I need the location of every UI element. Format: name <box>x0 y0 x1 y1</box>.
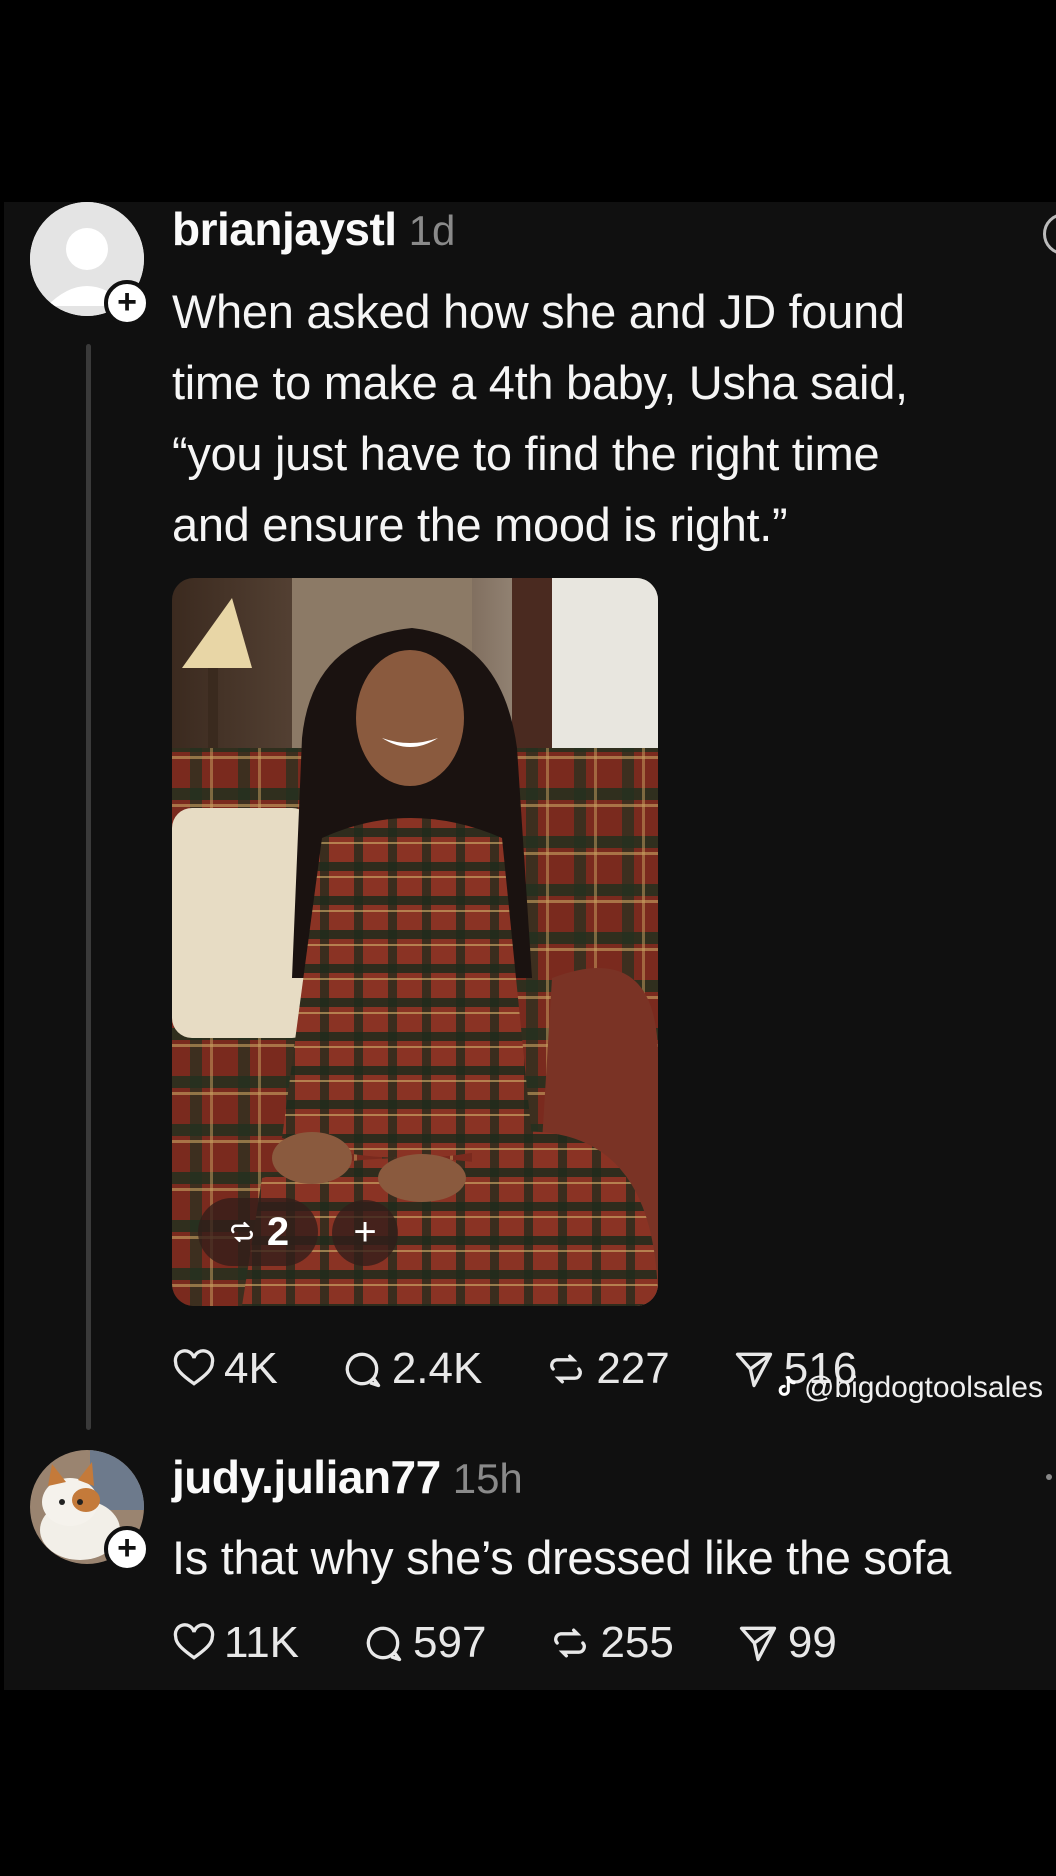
reply-count: 597 <box>413 1618 487 1667</box>
like-count: 4K <box>224 1344 278 1393</box>
timestamp: 1d <box>408 207 456 254</box>
send-icon <box>739 1626 777 1662</box>
username[interactable]: judy.julian77 <box>172 1450 441 1504</box>
repost-count: 227 <box>596 1344 670 1393</box>
post-actions: 4K 2.4K 227 516 <box>172 1342 857 1396</box>
tiktok-watermark: @bigdogtoolsales <box>772 1368 1043 1408</box>
timestamp: 15h <box>452 1455 523 1502</box>
share-button[interactable]: 99 <box>736 1616 837 1670</box>
follow-plus-icon[interactable]: + <box>104 1526 150 1572</box>
post-photo[interactable]: 2 + <box>172 578 658 1306</box>
heart-icon <box>173 1623 215 1660</box>
add-media-plus-icon[interactable]: + <box>332 1200 398 1266</box>
comment-icon <box>366 1626 402 1662</box>
reply-button[interactable]: 2.4K <box>340 1342 483 1396</box>
send-icon <box>735 1352 772 1388</box>
reply-text: Is that why she’s dressed like the sofa <box>172 1531 952 1584</box>
follow-plus-icon[interactable]: + <box>104 280 150 326</box>
repost-count: 2 <box>266 1209 290 1254</box>
heart-icon <box>173 1349 215 1386</box>
like-count: 11K <box>224 1618 300 1667</box>
post-text-line: When asked how she and JD found <box>172 285 905 338</box>
post-header: brianjaystl 1d <box>172 202 455 262</box>
reply-header: judy.julian77 15h <box>172 1450 523 1510</box>
repost-button[interactable]: 255 <box>548 1616 674 1670</box>
like-button[interactable]: 11K <box>172 1616 299 1670</box>
repost-button[interactable]: 227 <box>544 1342 670 1396</box>
repost-icon <box>554 1628 587 1658</box>
repost-count: 255 <box>600 1618 674 1667</box>
woman-on-sofa-image <box>172 578 658 1306</box>
repost-icon <box>230 1222 253 1242</box>
post-text-line: time to make a 4th baby, Usha said, <box>172 356 908 409</box>
tiktok-icon <box>778 1375 796 1396</box>
post-text: When asked how she and JD found time to … <box>172 276 1032 560</box>
post-text-line: “you just have to find the right time <box>172 427 880 480</box>
username[interactable]: brianjaystl <box>172 202 397 256</box>
share-count: 99 <box>787 1618 837 1667</box>
post-text-line: and ensure the mood is right.” <box>172 498 788 551</box>
repost-count-pill[interactable]: 2 <box>198 1198 318 1266</box>
repost-icon <box>550 1354 583 1384</box>
reply-actions: 11K 597 255 99 <box>172 1616 837 1670</box>
reply-more-icon[interactable] <box>1046 1474 1052 1480</box>
reply-count: 2.4K <box>391 1344 483 1393</box>
thread-connector-line <box>86 344 91 1430</box>
reply-button[interactable]: 597 <box>361 1616 486 1670</box>
comment-icon <box>345 1352 380 1388</box>
watermark-handle: @bigdogtoolsales <box>804 1371 1043 1404</box>
like-button[interactable]: 4K <box>172 1342 278 1396</box>
